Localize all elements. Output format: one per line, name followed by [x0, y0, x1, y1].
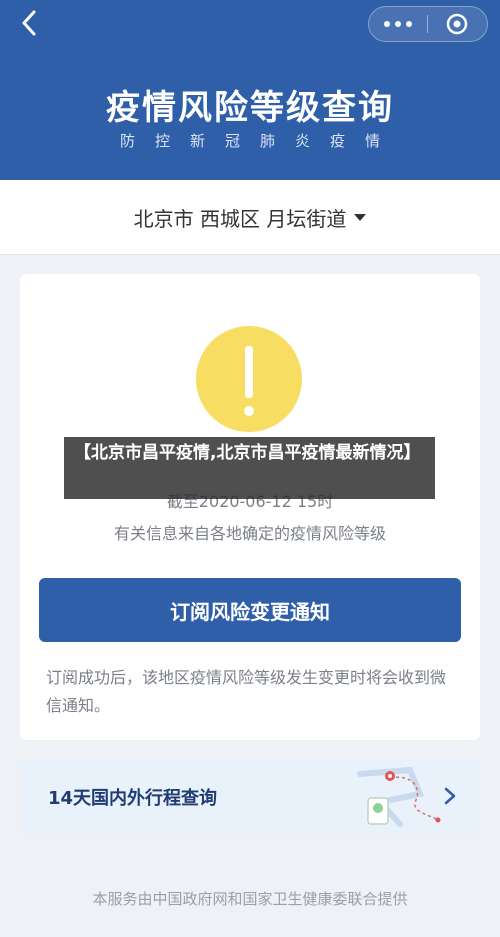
more-button[interactable]	[369, 7, 427, 41]
location-selector[interactable]: 北京市 西城区 月坛街道	[0, 180, 500, 255]
warning-icon	[196, 326, 302, 432]
subscribe-note: 订阅成功后，该地区疫情风险等级发生变更时将会收到微信通知。	[46, 668, 447, 715]
trip-query-card[interactable]: 14天国内外行程查询	[20, 760, 480, 834]
location-text: 北京市 西城区 月坛街道	[133, 206, 347, 231]
more-dots-icon	[384, 21, 390, 27]
trip-query-label: 14天国内外行程查询	[48, 788, 218, 809]
footer-credit: 本服务由中国政府网和国家卫生健康委联合提供	[92, 890, 408, 908]
target-circle-icon	[446, 13, 468, 35]
info-text: 有关信息来自各地确定的疫情风险等级	[113, 524, 386, 543]
mini-program-capsule	[368, 6, 488, 42]
subscribe-button[interactable]: 订阅风险变更通知	[39, 578, 461, 642]
chevron-right-icon	[444, 787, 456, 805]
caret-down-icon	[354, 213, 367, 221]
risk-card: 截至2020-06-12 15时 有关信息来自各地确定的疫情风险等级 订阅风险变…	[20, 274, 480, 740]
route-map-icon	[357, 766, 441, 827]
caption-text: 【北京市昌平疫情,北京市昌平疫情最新情况】	[74, 443, 421, 463]
page-title: 疫情风险等级查询	[106, 88, 394, 128]
back-button[interactable]	[14, 8, 44, 38]
header: 疫情风险等级查询 防控新冠肺炎疫情	[0, 0, 500, 180]
chevron-left-icon	[22, 10, 36, 36]
close-button[interactable]	[428, 7, 486, 41]
caption-overlay: 【北京市昌平疫情,北京市昌平疫情最新情况】	[64, 437, 435, 499]
page-subtitle: 防控新冠肺炎疫情	[119, 132, 400, 150]
